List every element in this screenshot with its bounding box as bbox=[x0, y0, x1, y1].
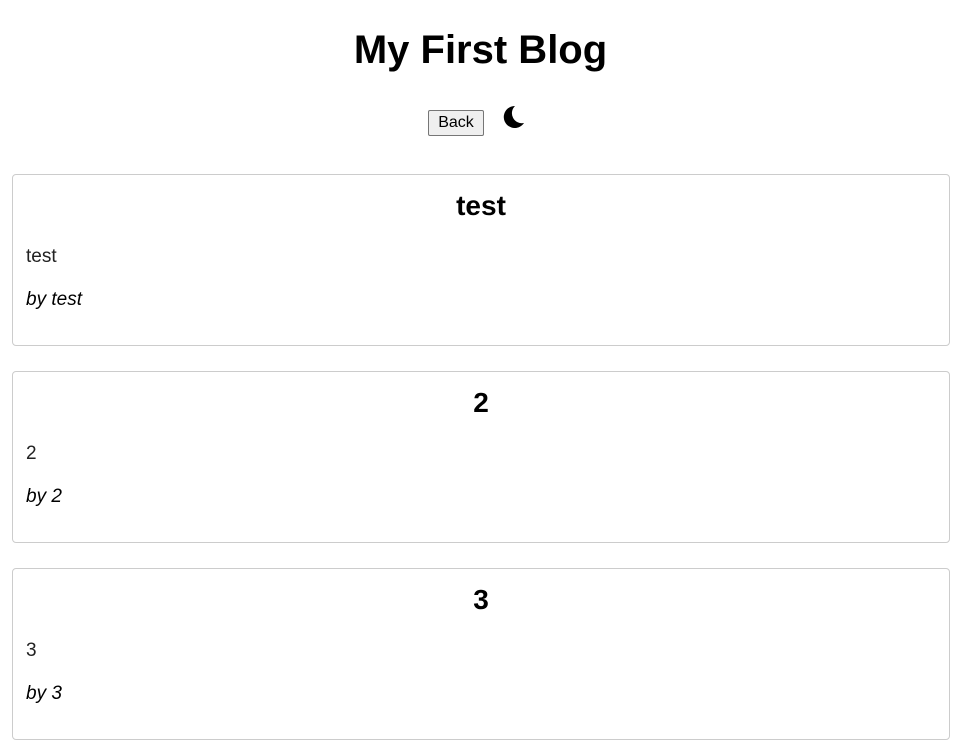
post-title: 3 bbox=[473, 584, 489, 615]
post-title: test bbox=[456, 190, 506, 221]
header-controls: Back bbox=[0, 100, 957, 140]
post-card: test test by test bbox=[12, 174, 950, 346]
post-body: 3 bbox=[26, 640, 37, 661]
post-title: 2 bbox=[473, 387, 489, 418]
post-author: by test bbox=[26, 289, 82, 310]
back-button[interactable]: Back bbox=[428, 110, 484, 136]
blog-page: My First Blog Back test test by test 2 2… bbox=[0, 0, 957, 746]
post-author: by 2 bbox=[26, 486, 62, 507]
moon-icon[interactable] bbox=[496, 102, 526, 132]
post-body: 2 bbox=[26, 443, 37, 464]
page-title: My First Blog bbox=[353, 28, 608, 72]
post-body: test bbox=[26, 246, 57, 267]
post-card: 2 2 by 2 bbox=[12, 371, 950, 543]
post-author: by 3 bbox=[26, 683, 62, 704]
post-card: 3 3 by 3 bbox=[12, 568, 950, 740]
moon-icon-graphic bbox=[503, 105, 524, 128]
